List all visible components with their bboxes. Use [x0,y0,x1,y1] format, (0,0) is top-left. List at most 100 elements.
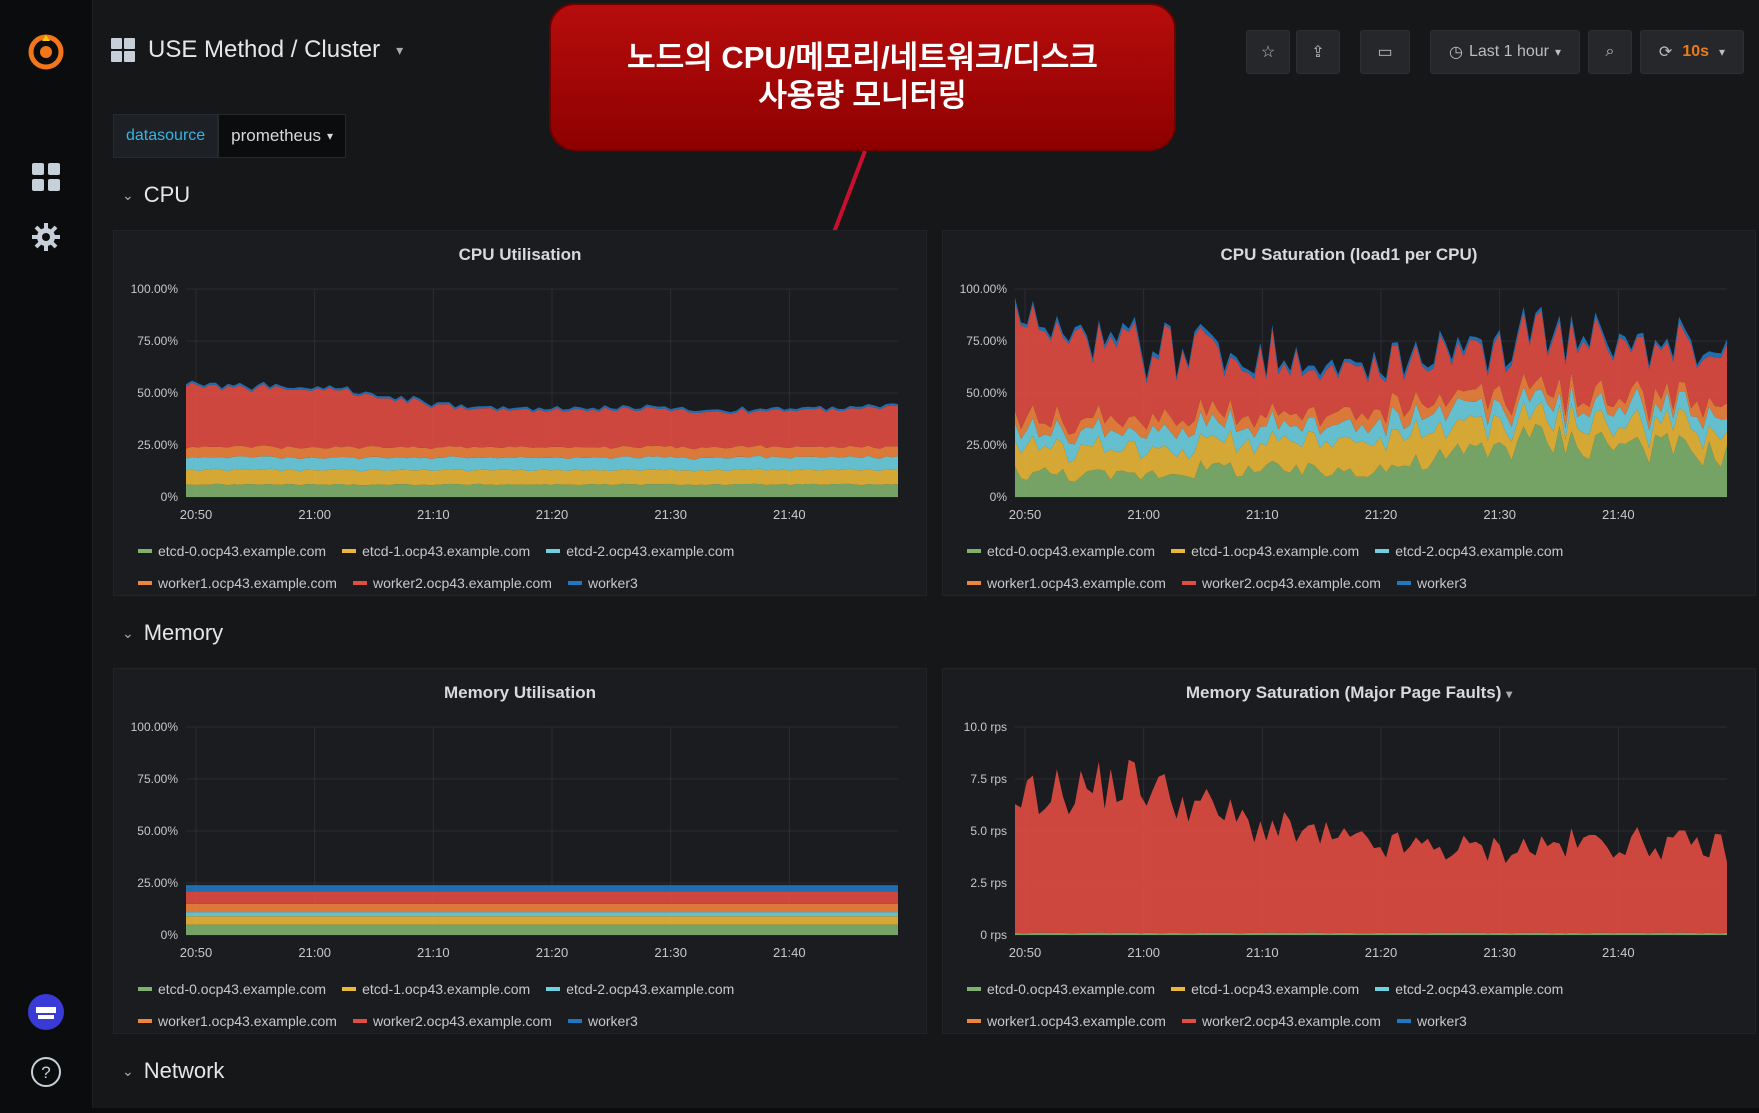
row-cpu-title: CPU [143,182,191,207]
datasource-variable[interactable]: datasource prometheus ▾ [113,114,346,158]
legend-item[interactable]: etcd-1.ocp43.example.com [1171,543,1359,559]
help-icon[interactable]: ? [22,1048,70,1096]
legend-item[interactable]: worker1.ocp43.example.com [138,575,337,591]
legend-swatch [1181,581,1196,585]
panel-memory-saturation[interactable]: Memory Saturation (Major Page Faults) ▾ … [942,668,1756,1034]
y-tick-label: 50.00% [137,386,178,400]
legend-item[interactable]: worker1.ocp43.example.com [967,1013,1166,1029]
panel-memory-utilisation[interactable]: Memory Utilisation 100.00% 75.00% 50.00% 25… [113,668,927,1034]
y-tick-label: 2.5 rps [970,876,1007,890]
legend-item[interactable]: etcd-2.ocp43.example.com [1375,543,1563,559]
legend-swatch [967,1019,981,1023]
next-row-divider [92,1108,1759,1113]
x-tick-label: 21:00 [1127,507,1160,522]
legend-label: worker2.ocp43.example.com [1201,1013,1381,1029]
x-tick-label: 21:10 [417,507,450,522]
y-tick-label: 100.00% [960,282,1008,296]
legend-item[interactable]: worker1.ocp43.example.com [138,1013,337,1029]
legend-item[interactable]: etcd-1.ocp43.example.com [342,981,530,997]
legend-item[interactable]: etcd-0.ocp43.example.com [138,543,326,559]
legend-item[interactable]: etcd-0.ocp43.example.com [967,543,1155,559]
dashboard-title[interactable]: USE Method / Cluster ▾ [110,36,403,64]
star-button[interactable]: ☆ [1246,30,1290,74]
legend-label: worker2.ocp43.example.com [372,1013,552,1029]
gear-icon[interactable] [22,213,70,261]
legend-item[interactable]: worker2.ocp43.example.com [352,575,552,591]
chevron-down-icon: ▾ [396,41,404,58]
user-avatar-icon[interactable] [22,988,70,1036]
y-tick-label: 75.00% [137,772,178,786]
legend-item[interactable]: worker3 [1396,575,1467,591]
y-tick-label: 10.0 rps [964,720,1007,734]
row-memory[interactable]: ⌄ Memory [122,620,223,646]
legend-label: etcd-0.ocp43.example.com [987,981,1156,997]
datasource-label: datasource [113,114,219,158]
legend-swatch [138,987,152,991]
x-tick-label: 20:50 [1009,507,1042,522]
legend-item[interactable]: worker1.ocp43.example.com [967,575,1166,591]
x-tick-label: 20:50 [1009,945,1042,960]
legend-item[interactable]: worker3 [567,1013,638,1029]
legend-swatch [1375,549,1390,553]
panel-cpu-utilisation[interactable]: CPU Utilisation 100.00% 75.00% 50.00% 25.00… [113,230,927,596]
legend-swatch [1171,987,1186,991]
legend-item[interactable]: worker2.ocp43.example.com [1181,1013,1381,1029]
cycle-view-button[interactable]: ▭ [1360,30,1410,74]
legend-item[interactable]: worker2.ocp43.example.com [352,1013,552,1029]
y-tick-label: 0 rps [980,928,1007,942]
share-button[interactable]: ⇪ [1296,30,1340,74]
y-tick-label: 25.00% [137,876,178,890]
legend-label: etcd-1.ocp43.example.com [362,543,531,559]
y-tick-label: 100.00% [131,282,179,296]
time-range-picker[interactable]: ◷ Last 1 hour ▾ [1430,30,1580,74]
refresh-button[interactable]: ⟳ 10s ▾ [1640,30,1744,74]
x-tick-label: 21:10 [1246,945,1279,960]
legend-swatch [342,987,357,991]
legend-swatch [1171,549,1186,553]
row-network[interactable]: ⌄ Network [122,1058,224,1084]
clock-icon: ◷ [1448,44,1463,61]
legend-item[interactable]: worker2.ocp43.example.com [1181,575,1381,591]
monitor-icon: ▭ [1377,44,1393,61]
legend-label: etcd-1.ocp43.example.com [1191,543,1360,559]
y-tick-label: 100.00% [131,720,179,734]
legend-item[interactable]: etcd-2.ocp43.example.com [546,543,734,559]
legend-item[interactable]: etcd-0.ocp43.example.com [138,981,326,997]
legend-item[interactable]: etcd-1.ocp43.example.com [1171,981,1359,997]
y-tick-label: 75.00% [137,334,178,348]
legend-label: etcd-2.ocp43.example.com [1395,543,1564,559]
legend-label: worker2.ocp43.example.com [1201,575,1381,591]
legend-item[interactable]: worker3 [567,575,638,591]
legend-item[interactable]: etcd-2.ocp43.example.com [1375,981,1563,997]
x-tick-label: 21:40 [1602,507,1635,522]
y-tick-label: 5.0 rps [970,824,1007,838]
datasource-value: prometheus [231,126,321,145]
legend-swatch [967,987,981,991]
legend-label: worker1.ocp43.example.com [158,575,337,591]
legend-label: etcd-0.ocp43.example.com [987,543,1156,559]
chevron-down-icon: ⌄ [122,186,134,203]
x-tick-label: 20:50 [180,507,213,522]
legend-item[interactable]: worker3 [1396,1013,1467,1029]
sidebar: ? [0,0,93,1113]
legend-label: worker2.ocp43.example.com [372,575,552,591]
grafana-logo-icon[interactable] [22,28,70,76]
zoom-out-button[interactable]: ⌕ [1588,30,1632,74]
datasource-select[interactable]: prometheus ▾ [218,114,346,158]
series-area [186,912,898,917]
star-icon: ☆ [1260,44,1276,61]
x-tick-label: 21:30 [1483,945,1516,960]
x-tick-label: 21:20 [1365,945,1398,960]
panel-cpu-saturation[interactable]: CPU Saturation (load1 per CPU) 100.00% 75… [942,230,1756,596]
series-area [186,916,898,925]
legend-item[interactable]: etcd-0.ocp43.example.com [967,981,1155,997]
legend-item[interactable]: etcd-1.ocp43.example.com [342,543,530,559]
row-cpu[interactable]: ⌄ CPU [122,182,190,208]
legend-label: etcd-2.ocp43.example.com [566,981,735,997]
legend-item[interactable]: etcd-2.ocp43.example.com [546,981,734,997]
legend-label: worker1.ocp43.example.com [987,1013,1166,1029]
row-memory-title: Memory [143,620,224,645]
legend-label: etcd-1.ocp43.example.com [362,981,531,997]
legend-label: worker1.ocp43.example.com [987,575,1166,591]
dashboards-icon[interactable] [22,153,70,201]
